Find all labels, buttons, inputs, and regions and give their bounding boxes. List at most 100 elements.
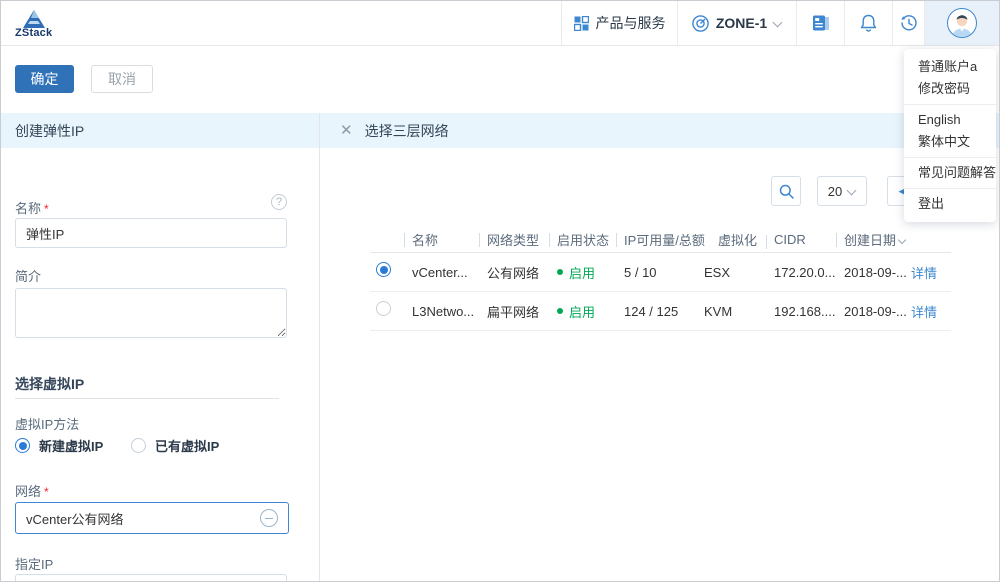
l3-network-table: 名称 网络类型 启用状态 IP可用量/总额 虚拟化 CIDR 创建日期 vCen… — [370, 226, 951, 331]
vip-method-label: 虚拟IP方法 — [15, 414, 79, 433]
create-elastic-ip-panel: 创建弹性IP 名称* ? 简介 选择虚拟IP 虚拟IP方法 新建虚拟IP — [1, 113, 319, 581]
zstack-logo-icon — [23, 10, 45, 28]
app-window: ZStack 产品与服务 ZONE-1 — [0, 0, 1000, 582]
specify-ip-input[interactable] — [15, 574, 287, 582]
status-dot — [557, 308, 563, 314]
radio-unselected-icon — [376, 301, 391, 316]
cell-name: vCenter... — [404, 265, 479, 280]
col-create-date[interactable]: 创建日期 — [836, 230, 903, 249]
user-avatar-icon — [949, 13, 975, 37]
network-value: vCenter公有网络 — [26, 509, 124, 528]
radio-existing-vip[interactable]: 已有虚拟IP — [131, 436, 219, 455]
network-label: 网络* — [15, 481, 49, 500]
cell-type: 扁平网络 — [479, 302, 549, 321]
search-button[interactable] — [771, 176, 801, 206]
cell-create-date: 2018-09-... — [836, 265, 903, 280]
history-icon — [900, 14, 918, 32]
search-icon — [779, 184, 794, 199]
confirm-button[interactable]: 确定 — [15, 65, 74, 93]
nav-zone-label: ZONE-1 — [716, 15, 767, 31]
zone-icon — [692, 15, 709, 32]
document-icon — [812, 15, 830, 32]
close-icon[interactable]: ✕ — [340, 123, 353, 138]
nav-history-button[interactable] — [892, 1, 924, 45]
menu-item-change-password[interactable]: 修改密码 — [904, 78, 996, 100]
col-name[interactable]: 名称 — [404, 230, 479, 249]
radio-new-vip[interactable]: 新建虚拟IP — [15, 436, 131, 455]
help-icon[interactable]: ? — [271, 194, 287, 210]
radio-unselected-icon — [131, 438, 146, 453]
menu-divider — [904, 157, 996, 158]
nav-zone-selector[interactable]: ZONE-1 — [677, 1, 796, 45]
left-panel-title: 创建弹性IP — [15, 121, 84, 141]
cell-state: 启用 — [549, 263, 616, 282]
network-select-field[interactable]: vCenter公有网络 — [15, 502, 289, 534]
cell-state: 启用 — [549, 302, 616, 321]
avatar — [947, 8, 977, 38]
menu-divider — [904, 104, 996, 105]
right-panel-header: ✕ 选择三层网络 — [320, 113, 999, 148]
cell-virtualization: ESX — [696, 265, 766, 280]
col-state[interactable]: 启用状态 — [549, 230, 616, 249]
cell-ip-quota: 124 / 125 — [616, 304, 696, 319]
select-vip-section-title: 选择虚拟IP — [15, 374, 84, 394]
menu-item-account[interactable]: 普通账户a — [904, 56, 996, 78]
menu-item-logout[interactable]: 登出 — [904, 193, 996, 215]
left-panel-header: 创建弹性IP — [1, 113, 319, 148]
remove-network-icon[interactable] — [260, 509, 278, 527]
nav-user-menu-button[interactable] — [924, 1, 999, 45]
table-header-row: 名称 网络类型 启用状态 IP可用量/总额 虚拟化 CIDR 创建日期 — [370, 226, 951, 253]
cell-name: L3Netwo... — [404, 304, 479, 319]
radio-selected-icon — [15, 438, 30, 453]
sort-caret-icon — [899, 237, 906, 244]
status-dot — [557, 269, 563, 275]
row-radio[interactable] — [370, 301, 404, 321]
user-dropdown-menu: 普通账户a 修改密码 English 繁体中文 常见问题解答 登出 — [904, 49, 996, 222]
chevron-down-icon — [848, 185, 856, 193]
vip-method-radio-group: 新建虚拟IP 已有虚拟IP — [15, 436, 219, 455]
col-ip-quota[interactable]: IP可用量/总额 — [616, 230, 696, 249]
cell-cidr: 192.168.... — [766, 304, 836, 319]
col-virtualization[interactable]: 虚拟化 — [696, 230, 766, 249]
cell-create-date: 2018-09-... — [836, 304, 903, 319]
table-controls: 20 ◀ — [771, 176, 917, 206]
select-l3-network-panel: ✕ 选择三层网络 20 ◀ — [320, 113, 999, 581]
cell-ip-quota: 5 / 10 — [616, 265, 696, 280]
nav-products-services[interactable]: 产品与服务 — [561, 1, 677, 45]
details-link[interactable]: 详情 — [903, 263, 951, 282]
nav-documentation-button[interactable] — [796, 1, 844, 45]
page-size-select[interactable]: 20 — [817, 176, 867, 206]
cell-virtualization: KVM — [696, 304, 766, 319]
chevron-down-icon — [774, 17, 782, 25]
menu-item-faq[interactable]: 常见问题解答 — [904, 162, 996, 184]
table-row[interactable]: vCenter... 公有网络 启用 5 / 10 ESX 172.20.0..… — [370, 253, 951, 292]
header-nav: 产品与服务 ZONE-1 — [561, 1, 999, 45]
col-type[interactable]: 网络类型 — [479, 230, 549, 249]
name-label: 名称* — [15, 198, 49, 217]
details-link[interactable]: 详情 — [903, 302, 951, 321]
required-asterisk: * — [44, 485, 49, 499]
action-toolbar: 确定 取消 — [1, 46, 999, 113]
specify-ip-label: 指定IP — [15, 554, 53, 573]
description-label: 简介 — [15, 266, 41, 285]
nav-notifications-button[interactable] — [844, 1, 892, 45]
menu-item-english[interactable]: English — [904, 109, 996, 131]
cell-type: 公有网络 — [479, 263, 549, 282]
cancel-button[interactable]: 取消 — [91, 65, 153, 93]
name-input[interactable] — [15, 218, 287, 248]
radio-selected-icon — [376, 262, 391, 277]
right-panel-title: 选择三层网络 — [365, 121, 449, 141]
brand-name: ZStack — [15, 27, 52, 39]
section-divider — [15, 398, 279, 399]
menu-item-traditional-chinese[interactable]: 繁体中文 — [904, 131, 996, 153]
zstack-logo[interactable]: ZStack — [1, 1, 52, 45]
table-row[interactable]: L3Netwo... 扁平网络 启用 124 / 125 KVM 192.168… — [370, 292, 951, 331]
col-cidr[interactable]: CIDR — [766, 232, 836, 247]
grid-icon — [574, 16, 589, 31]
page-size-value: 20 — [828, 184, 842, 199]
description-textarea[interactable] — [15, 288, 287, 338]
nav-products-label: 产品与服务 — [596, 13, 666, 33]
top-header: ZStack 产品与服务 ZONE-1 — [1, 1, 999, 46]
left-panel-body: 名称* ? 简介 选择虚拟IP 虚拟IP方法 新建虚拟IP 已有虚拟IP — [1, 148, 319, 581]
row-radio[interactable] — [370, 262, 404, 282]
